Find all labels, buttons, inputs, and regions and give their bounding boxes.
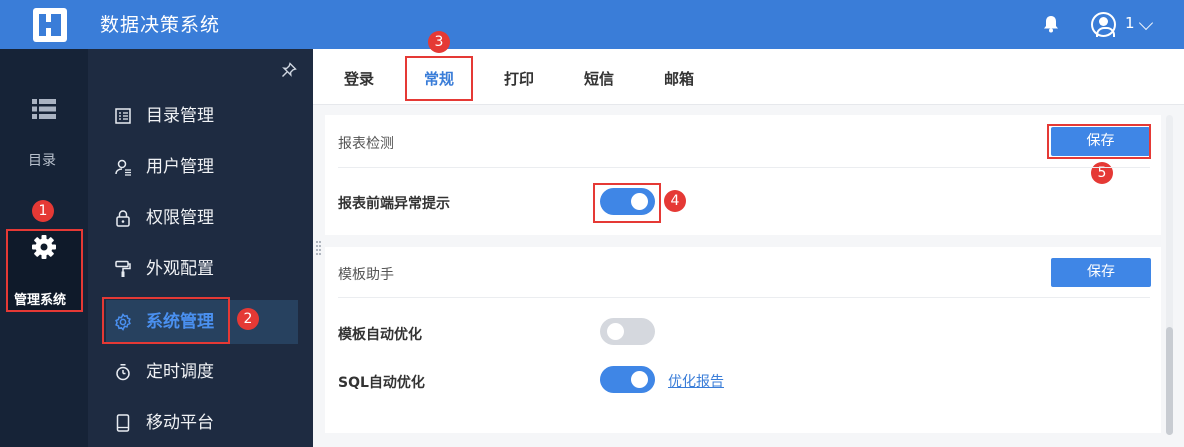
sql-optimize-toggle[interactable] — [600, 366, 655, 393]
step-badge-2: 2 — [237, 308, 259, 330]
report-check-panel — [325, 115, 1161, 235]
menu-label: 用户管理 — [146, 157, 214, 177]
menu-item-appearance[interactable]: 外观配置 — [106, 249, 296, 289]
bell-icon[interactable] — [1043, 15, 1059, 33]
divider — [338, 167, 1150, 168]
front-alert-label: 报表前端异常提示 — [338, 196, 450, 212]
catalog-manage-icon — [115, 108, 131, 124]
menu-label: 定时调度 — [146, 362, 214, 382]
step-badge-5: 5 — [1091, 162, 1113, 184]
toggle-knob — [631, 371, 648, 388]
highlight-box-save — [1047, 124, 1151, 159]
user-manage-icon — [115, 159, 131, 176]
divider — [338, 297, 1150, 298]
lock-icon — [116, 210, 130, 227]
highlight-box-tab — [405, 56, 473, 101]
timer-icon — [116, 364, 130, 381]
menu-item-catalog[interactable]: 目录管理 — [106, 96, 296, 136]
scrollbar-thumb[interactable] — [1166, 327, 1173, 435]
paint-roller-icon — [115, 260, 131, 277]
app-title: 数据决策系统 — [100, 14, 221, 36]
step-badge-4: 4 — [664, 190, 686, 212]
highlight-box-admin — [6, 229, 83, 312]
menu-item-schedule[interactable]: 定时调度 — [106, 352, 296, 392]
menu-label: 移动平台 — [146, 413, 214, 433]
content-scrollbar[interactable] — [1166, 115, 1173, 435]
menu-item-mobile[interactable]: 移动平台 — [106, 403, 296, 443]
tab-login[interactable]: 登录 — [344, 68, 374, 89]
nav-catalog-label[interactable]: 目录 — [28, 150, 56, 170]
report-check-title: 报表检测 — [338, 136, 394, 152]
step-badge-1: 1 — [32, 200, 54, 222]
pin-icon[interactable] — [281, 62, 297, 78]
list-icon[interactable] — [32, 98, 56, 120]
user-avatar-icon[interactable] — [1091, 12, 1116, 37]
menu-label: 目录管理 — [146, 106, 214, 126]
sql-optimize-label: SQL自动优化 — [338, 375, 425, 391]
chevron-down-icon[interactable] — [1138, 15, 1154, 31]
template-helper-panel — [325, 247, 1161, 433]
toggle-knob — [607, 323, 624, 340]
menu-item-permissions[interactable]: 权限管理 — [106, 198, 296, 238]
tab-email[interactable]: 邮箱 — [664, 68, 694, 89]
template-helper-save-button[interactable]: 保存 — [1051, 258, 1151, 287]
tab-sms[interactable]: 短信 — [584, 68, 614, 89]
optimize-report-link[interactable]: 优化报告 — [668, 371, 724, 391]
highlight-box-toggle — [593, 183, 661, 223]
menu-label: 权限管理 — [146, 208, 214, 228]
template-helper-title: 模板助手 — [338, 267, 394, 283]
app-logo-icon[interactable] — [33, 8, 67, 42]
step-badge-3: 3 — [428, 31, 450, 53]
highlight-box-system — [102, 297, 230, 344]
tab-print[interactable]: 打印 — [504, 68, 534, 89]
menu-label: 外观配置 — [146, 259, 214, 279]
mobile-icon — [116, 414, 130, 432]
user-name[interactable]: 1 — [1125, 14, 1135, 32]
top-header: 数据决策系统 1 — [0, 0, 1184, 49]
menu-item-users[interactable]: 用户管理 — [106, 147, 296, 187]
auto-optimize-label: 模板自动优化 — [338, 327, 422, 343]
auto-optimize-toggle[interactable] — [600, 318, 655, 345]
drag-handle-icon[interactable] — [316, 240, 321, 256]
